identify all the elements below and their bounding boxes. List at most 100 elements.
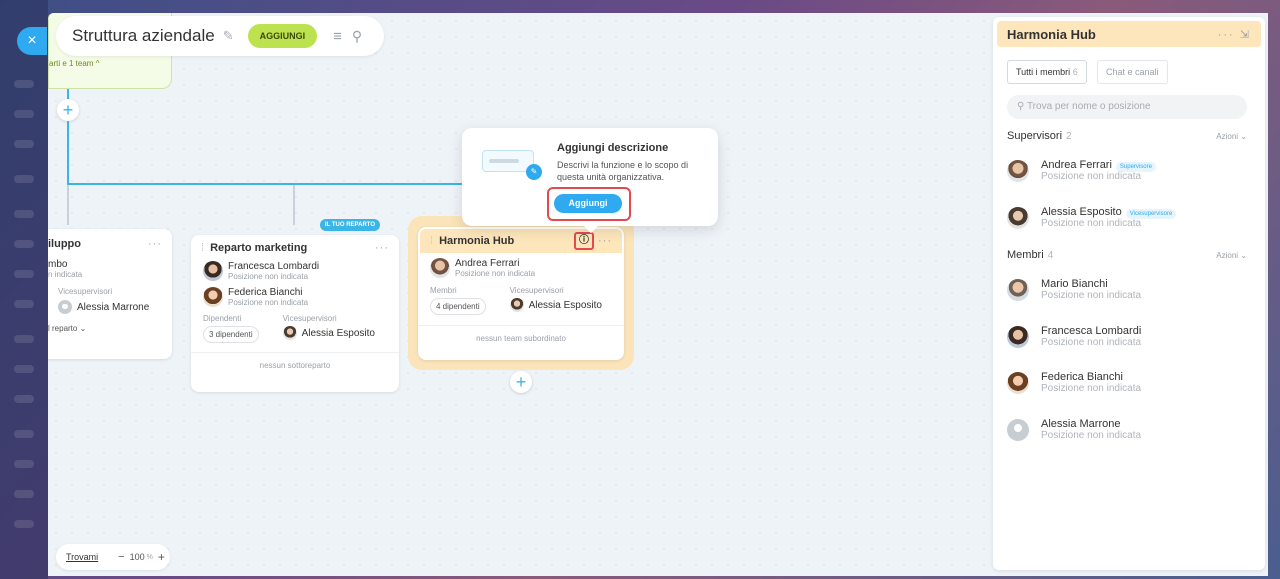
rail-item[interactable] <box>14 210 34 218</box>
members-section-header: Membri 4 Azioni ⌄ <box>1007 249 1247 261</box>
more-icon[interactable]: ··· <box>598 235 612 247</box>
tab-label: Tutti i membri <box>1016 67 1071 77</box>
close-slider-button[interactable]: × <box>17 27 47 55</box>
zoom-out-button[interactable]: − <box>118 551 124 563</box>
find-me-button[interactable]: Trovami <box>66 552 98 562</box>
info-icon[interactable]: ⓘ <box>574 232 594 250</box>
search-icon[interactable]: ⚲ <box>352 28 362 45</box>
deputy-caption: Vicesupervisori <box>58 287 113 296</box>
rail-item[interactable] <box>14 110 34 118</box>
avatar <box>1007 159 1029 182</box>
unit-card-marketing[interactable]: ⁞ Reparto marketing ··· Francesca Lombar… <box>191 235 399 392</box>
person-position: n indicata <box>48 270 83 279</box>
person-name: Andrea Ferrari <box>1041 159 1112 171</box>
employees-chip[interactable]: 3 dipendenti <box>203 326 259 343</box>
connector-line <box>67 183 467 185</box>
drag-handle-icon[interactable]: ⁞ <box>430 235 433 247</box>
unit-card-title: Harmonia Hub <box>439 235 515 247</box>
more-icon[interactable]: ··· <box>148 238 162 250</box>
pencil-icon: ✎ <box>526 164 542 180</box>
panel-member-row[interactable]: Alessia Esposito Vicesupervisore Posizion… <box>1007 206 1247 229</box>
person-name: Andrea Ferrari <box>455 258 520 269</box>
panel-member-row[interactable]: Federica Bianchi Posizione non indicata <box>1007 371 1247 394</box>
section-title: Supervisori <box>1007 130 1063 142</box>
section-count: 4 <box>1047 249 1054 261</box>
unit-card-sviluppo[interactable]: iluppo ··· mbo n indicata Vicesupervisor… <box>48 229 172 359</box>
member-row[interactable]: Francesca Lombardi Posizione non indicat… <box>191 259 399 281</box>
avatar <box>1007 206 1029 229</box>
panel-member-row[interactable]: Andrea Ferrari Supervisore Posizione non … <box>1007 159 1247 182</box>
search-placeholder: Trova per nome o posizione <box>1026 101 1151 112</box>
avatar <box>203 261 223 281</box>
person-position: Posizione non indicata <box>1041 337 1142 348</box>
popover-title: Aggiungi descrizione <box>557 142 669 154</box>
rail-item[interactable] <box>14 175 34 183</box>
person-name: Alessia Marrone <box>1041 418 1121 430</box>
add-button[interactable]: AGGIUNGI <box>247 24 318 48</box>
rail-item[interactable] <box>14 240 34 248</box>
highlight-box: Aggiungi <box>547 187 631 221</box>
avatar <box>430 258 450 278</box>
more-icon[interactable]: ··· <box>1218 29 1235 41</box>
actions-dropdown[interactable]: Azioni ⌄ <box>1216 132 1247 141</box>
rail-item[interactable] <box>14 395 34 403</box>
member-row[interactable]: Andrea Ferrari Posizione non indicata <box>418 253 624 278</box>
panel-member-row[interactable]: Mario Bianchi Posizione non indicata <box>1007 278 1247 301</box>
avatar <box>1007 325 1029 348</box>
panel-search-input[interactable]: ⚲ Trova per nome o posizione <box>1007 95 1247 119</box>
panel-member-row[interactable]: Francesca Lombardi Posizione non indicat… <box>1007 325 1247 348</box>
rail-item[interactable] <box>14 520 34 528</box>
person-name: Alessia Esposito <box>1041 206 1122 218</box>
rail-item[interactable] <box>14 80 34 88</box>
person-name: Federica Bianchi <box>228 287 303 298</box>
rail-item[interactable] <box>14 490 34 498</box>
avatar <box>1007 278 1029 301</box>
more-icon[interactable]: ··· <box>375 242 389 254</box>
add-unit-button[interactable]: + <box>510 371 532 393</box>
person-name: Alessia Esposito <box>528 299 602 311</box>
zoom-control: Trovami − 100 % + <box>56 544 170 570</box>
rail-item[interactable] <box>14 140 34 148</box>
person-position: Posizione non indicata <box>1041 218 1142 229</box>
employees-caption: Dipendenti <box>203 314 242 323</box>
person-position: Posizione non indicata <box>1041 430 1142 441</box>
supervisors-section-header: Supervisori 2 Azioni ⌄ <box>1007 130 1247 142</box>
zoom-level: 100 <box>129 552 145 562</box>
person-position: Posizione non indicata <box>455 269 536 278</box>
member-row[interactable]: Federica Bianchi Posizione non indicata <box>191 281 399 307</box>
add-unit-button[interactable]: + <box>57 99 79 121</box>
avatar <box>1007 371 1029 394</box>
panel-header: Harmonia Hub ··· ⇲ <box>997 21 1261 47</box>
members-chip[interactable]: 4 dipendenti <box>430 298 486 315</box>
section-title: Membri <box>1007 249 1044 261</box>
pin-icon[interactable]: ✎ <box>223 28 234 44</box>
rail-item[interactable] <box>14 365 34 373</box>
menu-icon[interactable]: ≡ <box>333 28 342 45</box>
avatar <box>509 298 524 312</box>
rail-item[interactable] <box>14 270 34 278</box>
rail-item[interactable] <box>14 335 34 343</box>
search-icon: ⚲ <box>1017 101 1025 112</box>
panel-member-row[interactable]: Alessia Marrone Posizione non indicata <box>1007 418 1247 441</box>
rail-item[interactable] <box>14 300 34 308</box>
parent-expand-label[interactable]: arti e 1 team ^ <box>49 59 99 68</box>
connector-line <box>293 185 295 225</box>
deputy-caption: Vicesupervisori <box>509 286 564 295</box>
left-rail <box>0 0 48 579</box>
collapse-icon[interactable]: ⇲ <box>1240 29 1251 41</box>
person-position: Posizione non indicata <box>1041 171 1142 182</box>
expand-department[interactable]: l reparto ⌄ <box>48 314 172 333</box>
add-description-button[interactable]: Aggiungi <box>554 194 622 213</box>
avatar <box>203 287 223 307</box>
actions-dropdown[interactable]: Azioni ⌄ <box>1216 251 1247 260</box>
unit-card-harmonia[interactable]: ⁞ Harmonia Hub ⓘ ··· Andrea Ferrari Posi… <box>418 227 624 360</box>
rail-item[interactable] <box>14 430 34 438</box>
zoom-in-button[interactable]: + <box>158 550 165 564</box>
connector-line <box>67 121 69 185</box>
deputy-caption: Vicesupervisori <box>282 314 337 323</box>
rail-item[interactable] <box>14 460 34 468</box>
tab-all-members[interactable]: Tutti i membri 6 <box>1007 60 1087 84</box>
tab-chat-channels[interactable]: Chat e canali <box>1097 60 1168 84</box>
drag-handle-icon[interactable]: ⁞ <box>201 242 204 254</box>
avatar <box>58 300 72 314</box>
